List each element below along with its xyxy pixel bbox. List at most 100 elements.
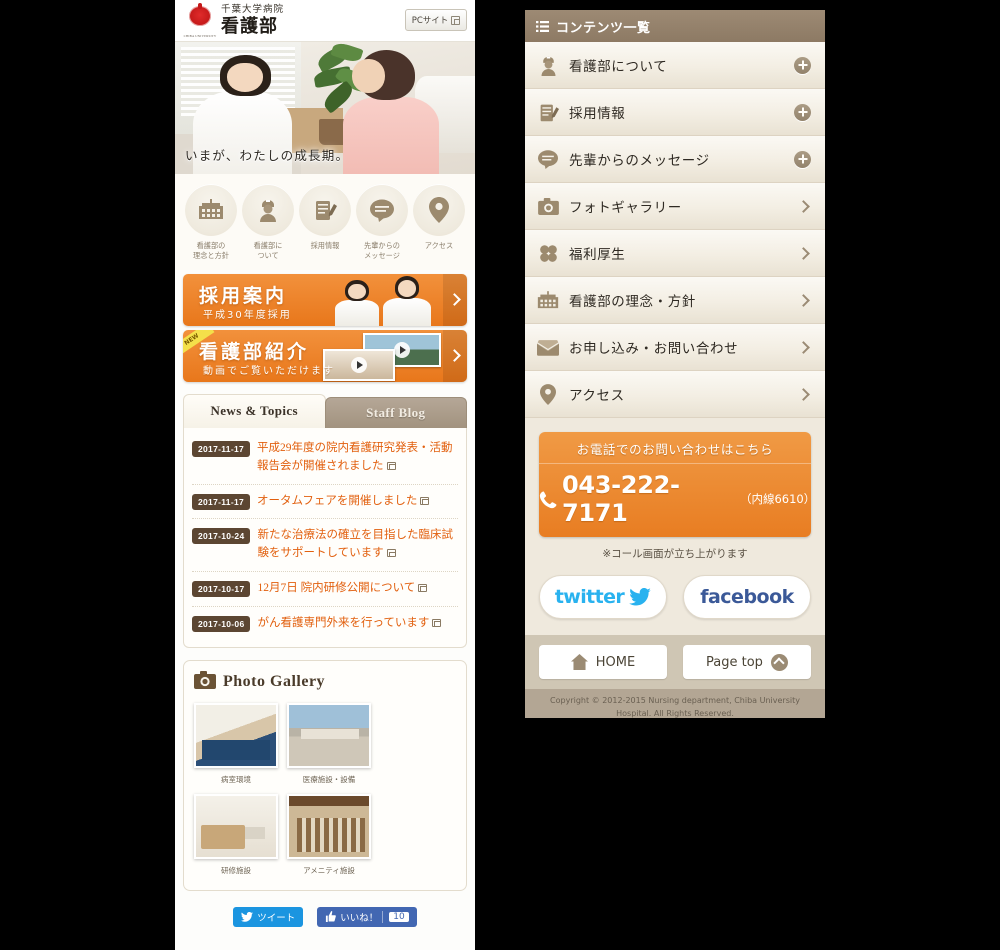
banner-title: 看護部紹介: [199, 341, 310, 363]
circle-nav-label: 看護部の 理念と方針: [193, 241, 229, 261]
news-item[interactable]: 2017-11-17 オータムフェアを開催しました: [192, 485, 458, 520]
tab-news-topics[interactable]: News & Topics: [183, 393, 326, 428]
circle-nav-item-about[interactable]: 看護部に ついて: [240, 184, 296, 262]
chevron-right-icon: [797, 340, 810, 354]
banner-recruit[interactable]: 採用案内 平成30年度採用: [183, 273, 467, 326]
menu-item-benefits[interactable]: 福利厚生: [525, 230, 825, 277]
photo-gallery-section: Photo Gallery 病室環境 医療施設・設備 研修施設 アメニティ施設: [183, 659, 467, 891]
nurse-person-icon: [537, 55, 559, 76]
gallery-thumbnail: [287, 702, 371, 768]
news-item[interactable]: 2017-11-17 平成29年度の院内看護研究発表・活動報告会が開催されました: [192, 432, 458, 485]
clipboard-pen-icon: [537, 102, 559, 123]
speech-bubble-icon: [537, 149, 559, 169]
external-window-icon: [420, 496, 430, 505]
circle-nav-item-access[interactable]: アクセス: [411, 184, 467, 262]
pc-site-label: PCサイト: [411, 16, 449, 26]
chiba-university-logo[interactable]: CHIBA UNIVERSITY: [183, 4, 217, 38]
external-window-icon: [418, 583, 428, 592]
tweet-label: ツイート: [257, 912, 296, 924]
chevron-up-icon: [770, 653, 788, 671]
news-item[interactable]: 2017-10-24 新たな治療法の確立を目指した臨床試験をサポートしています: [192, 519, 458, 572]
menu-item-label: 採用情報: [569, 106, 626, 122]
external-window-icon: [386, 461, 396, 470]
gallery-item[interactable]: 医療施設・設備: [287, 702, 371, 785]
chevron-right-icon: [797, 246, 810, 260]
menu-header: コンテンツ一覧: [525, 10, 825, 42]
menu-item-message[interactable]: 先輩からのメッセージ: [525, 136, 825, 183]
news-section: News & Topics Staff Blog 2017-11-17 平成29…: [183, 393, 467, 648]
news-item[interactable]: 2017-10-06 がん看護専門外来を行っています: [192, 607, 458, 641]
menu-item-philosophy[interactable]: 看護部の理念・方針: [525, 277, 825, 324]
news-item[interactable]: 2017-10-17 12月7日 院内研修公開について: [192, 572, 458, 607]
tab-staff-blog[interactable]: Staff Blog: [324, 396, 467, 428]
external-window-icon: [386, 549, 396, 558]
banner-recruit-photo: [329, 274, 439, 326]
twitter-label: twitter: [554, 586, 625, 608]
contents-menu-panel: コンテンツ一覧 看護部について 採用情報 先輩からのメッセージ フォトギャラリー…: [525, 10, 825, 718]
university-logo-text: CHIBA UNIVERSITY: [183, 33, 217, 38]
news-date: 2017-11-17: [192, 440, 251, 457]
news-date: 2017-10-24: [192, 528, 251, 545]
circle-nav-item-recruit[interactable]: 採用情報: [297, 184, 353, 262]
menu-item-contact[interactable]: お申し込み・お問い合わせ: [525, 324, 825, 371]
phone-heading: お電話でのお問い合わせはこちら: [539, 432, 811, 464]
home-label: HOME: [595, 654, 636, 670]
facebook-button[interactable]: facebook: [683, 575, 811, 619]
tweet-button[interactable]: ツイート: [233, 906, 304, 927]
circle-nav-label: 先輩からの メッセージ: [364, 241, 400, 261]
home-button[interactable]: HOME: [539, 645, 667, 679]
contact-area: お電話でのお問い合わせはこちら 043-222-7171 （内線6610） ※コ…: [525, 418, 825, 561]
news-title: がん看護専門外来を行っています: [257, 615, 442, 633]
circle-nav-label: アクセス: [424, 241, 454, 250]
phone-contact-button[interactable]: お電話でのお問い合わせはこちら 043-222-7171 （内線6610）: [539, 432, 811, 537]
envelope-icon: [537, 339, 559, 356]
menu-item-label: 看護部について: [569, 59, 668, 75]
gallery-caption: 病室環境: [221, 774, 251, 784]
news-list: 2017-11-17 平成29年度の院内看護研究発表・活動報告会が開催されました…: [183, 427, 467, 648]
plus-icon[interactable]: [794, 56, 811, 74]
page-top-label: Page top: [706, 654, 763, 670]
camera-icon: [194, 670, 216, 693]
phone-number: 043-222-7171: [561, 471, 680, 527]
news-date: 2017-10-06: [192, 615, 251, 632]
circle-nav-label: 看護部に ついて: [253, 241, 283, 261]
menu-item-recruit[interactable]: 採用情報: [525, 89, 825, 136]
plus-icon[interactable]: [794, 150, 811, 168]
site-brand[interactable]: 千葉大学病院 看護部: [221, 5, 284, 36]
menu-item-about[interactable]: 看護部について: [525, 42, 825, 89]
clover-icon: [537, 243, 559, 264]
twitter-button[interactable]: twitter: [539, 575, 667, 619]
like-button[interactable]: いいね！ 10: [317, 906, 417, 927]
like-label: いいね！: [340, 912, 379, 924]
social-share-row: ツイート いいね！ 10: [175, 891, 475, 937]
chevron-right-icon: [443, 329, 467, 382]
speech-bubble-icon: [356, 184, 408, 236]
menu-item-label: 看護部の理念・方針: [569, 294, 696, 310]
phone-extension: （内線6610）: [739, 492, 811, 506]
chevron-right-icon: [443, 273, 467, 326]
clipboard-pen-icon: [299, 184, 351, 236]
pc-site-button[interactable]: PCサイト: [405, 9, 467, 31]
plus-icon[interactable]: [794, 103, 811, 121]
circle-nav: 看護部の 理念と方針 看護部に ついて 採用情報 先輩からの メッセージ アクセ…: [175, 174, 475, 270]
hero-banner[interactable]: いまが、わたしの成長期。: [175, 42, 475, 174]
banner-title: 採用案内: [199, 285, 288, 307]
list-icon: [536, 20, 549, 32]
gallery-caption: アメニティ施設: [303, 865, 355, 875]
home-icon: [570, 654, 588, 670]
circle-nav-item-message[interactable]: 先輩からの メッセージ: [354, 184, 410, 262]
menu-item-label: お申し込み・お問い合わせ: [569, 341, 739, 357]
circle-nav-item-philosophy[interactable]: 看護部の 理念と方針: [183, 184, 239, 262]
menu-item-access[interactable]: アクセス: [525, 371, 825, 418]
gallery-item[interactable]: アメニティ施設: [287, 793, 371, 876]
sns-row: twitter facebook: [525, 561, 825, 635]
gallery-item[interactable]: 研修施設: [194, 793, 278, 876]
gallery-item[interactable]: 病室環境: [194, 702, 278, 785]
gallery-header: Photo Gallery: [194, 670, 456, 693]
phone-number-row: 043-222-7171 （内線6610）: [539, 464, 811, 537]
chevron-right-icon: [797, 387, 810, 401]
map-pin-icon: [413, 184, 465, 236]
menu-item-gallery[interactable]: フォトギャラリー: [525, 183, 825, 230]
banner-video[interactable]: NEW 看護部紹介 動画でご覧いただけます: [183, 329, 467, 382]
page-top-button[interactable]: Page top: [683, 645, 811, 679]
